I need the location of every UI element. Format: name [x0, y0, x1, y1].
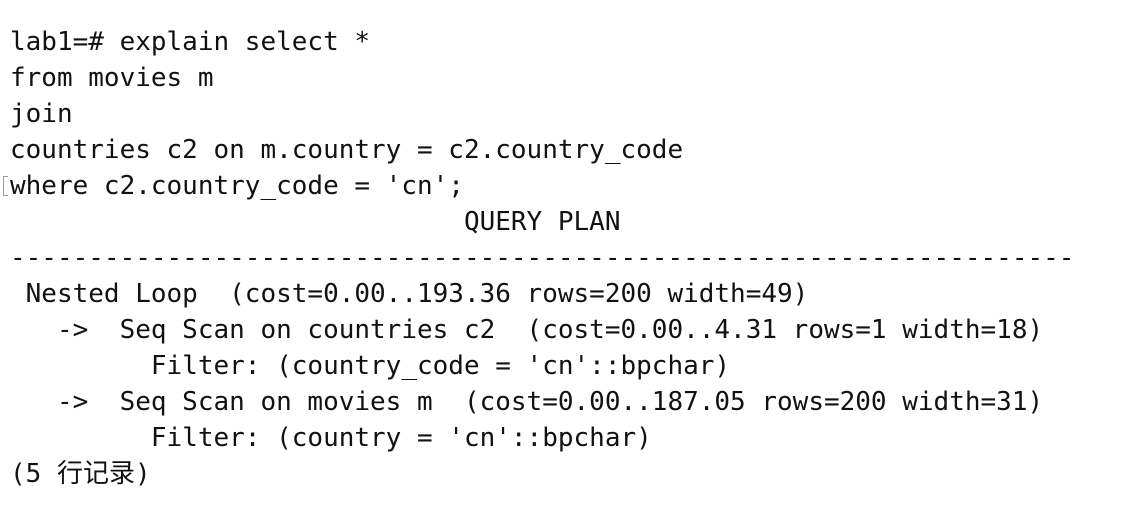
plan-line: -> Seq Scan on movies m (cost=0.00..187.… — [10, 387, 1044, 417]
result-separator: ----------------------------------------… — [10, 243, 1075, 273]
query-line: from movies m — [10, 63, 214, 93]
terminal-output[interactable]: lab1=# explain select * from movies m jo… — [10, 24, 1124, 492]
plan-line: -> Seq Scan on countries c2 (cost=0.00..… — [10, 315, 1044, 345]
plan-line: Filter: (country_code = 'cn'::bpchar) — [10, 351, 731, 381]
query-line: lab1=# explain select * — [10, 27, 371, 57]
query-line: where c2.country_code = 'cn'; — [10, 171, 464, 201]
query-line: join — [10, 99, 73, 129]
text-cursor-marker — [3, 176, 8, 196]
row-count-footer: (5 行记录) — [10, 459, 151, 489]
query-line: countries c2 on m.country = c2.country_c… — [10, 135, 684, 165]
plan-line: Nested Loop (cost=0.00..193.36 rows=200 … — [10, 279, 809, 309]
result-header: QUERY PLAN — [10, 207, 621, 237]
plan-line: Filter: (country = 'cn'::bpchar) — [10, 423, 652, 453]
